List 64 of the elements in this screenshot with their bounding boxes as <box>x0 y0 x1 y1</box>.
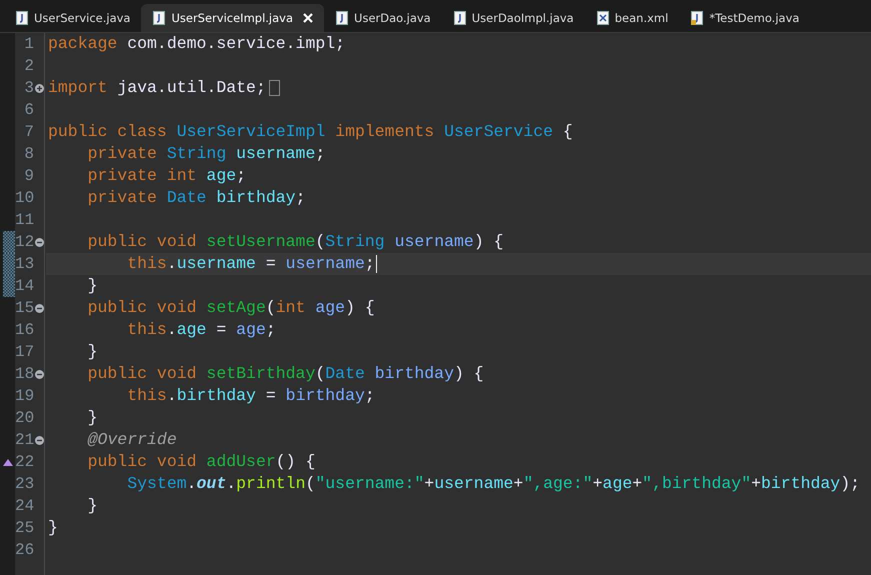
java-file-icon <box>153 11 166 25</box>
line-number: 6 <box>24 100 34 121</box>
expand-icon[interactable] <box>34 84 44 92</box>
code-line: public void addUser() { <box>86 451 316 473</box>
editor-tab[interactable]: UserService.java <box>4 4 142 32</box>
editor-tab[interactable]: *TestDemo.java <box>679 4 810 32</box>
code-line: package com.demo.service.impl; <box>48 33 346 55</box>
line-number: 18 <box>15 364 34 385</box>
line-number: 9 <box>24 166 34 187</box>
text-cursor <box>376 255 378 273</box>
code-line: this.username = username; <box>126 253 375 275</box>
code-line: private int age; <box>86 165 246 187</box>
code-line: import java.util.Date; <box>48 77 266 99</box>
collapse-icon[interactable] <box>34 436 44 444</box>
editor-tab[interactable]: bean.xml <box>584 4 680 32</box>
folded-code-marker[interactable] <box>268 80 280 96</box>
line-number: 26 <box>15 540 34 561</box>
line-number: 2 <box>24 56 34 77</box>
line-number: 14 <box>15 276 34 297</box>
code-line: } <box>86 341 98 363</box>
code-line: public void setUsername(String username) { <box>86 231 504 253</box>
line-number: 13 <box>15 254 34 275</box>
line-number: 12 <box>15 232 34 253</box>
code-line: public void setAge(int age) { <box>86 297 375 319</box>
editor-tab[interactable]: UserDaoImpl.java <box>442 4 585 32</box>
line-number: 24 <box>15 496 34 517</box>
collapse-icon[interactable] <box>34 370 44 378</box>
line-number: 20 <box>15 408 34 429</box>
line-number: 17 <box>15 342 34 363</box>
code-line: } <box>86 407 98 429</box>
line-number: 1 <box>24 34 34 55</box>
code-line: } <box>48 517 58 539</box>
line-number: 25 <box>15 518 34 539</box>
code-line: @Override <box>86 429 177 451</box>
editor-tab[interactable]: UserServiceImpl.java <box>141 4 324 32</box>
code-line: public class UserServiceImpl implements UserService { <box>48 121 573 143</box>
code-line: this.age = age; <box>126 319 276 341</box>
line-number: 8 <box>24 144 34 165</box>
code-line: private String username; <box>86 143 326 165</box>
java-file-icon <box>454 11 466 25</box>
code-line: public void setBirthday(Date birthday) { <box>86 363 484 385</box>
code-line: } <box>86 495 98 517</box>
line-number: 7 <box>24 122 34 143</box>
code-line: System.out.println("username:"+username+",age:"+age+",birthday"+birthday); <box>126 473 860 495</box>
code-line: this.birthday = birthday; <box>126 385 375 407</box>
line-number: 21 <box>15 430 34 451</box>
line-number: 11 <box>15 210 34 231</box>
line-number: 10 <box>15 188 34 209</box>
xml-file-icon <box>596 11 609 25</box>
line-number: 16 <box>15 320 34 341</box>
collapse-icon[interactable] <box>34 238 44 246</box>
close-icon[interactable] <box>303 13 314 23</box>
line-number: 22 <box>15 452 34 473</box>
collapse-icon[interactable] <box>34 304 44 312</box>
line-number: 23 <box>15 474 34 495</box>
java-file-icon <box>336 11 348 25</box>
code-line: private Date birthday; <box>86 187 306 209</box>
line-number: 19 <box>15 386 34 407</box>
code-line: } <box>86 275 98 297</box>
java-file-icon <box>691 11 704 25</box>
line-number: 15 <box>15 298 34 319</box>
line-number: 3 <box>24 78 34 99</box>
editor-tab[interactable]: UserDao.java <box>324 4 442 32</box>
java-file-icon <box>16 11 28 25</box>
